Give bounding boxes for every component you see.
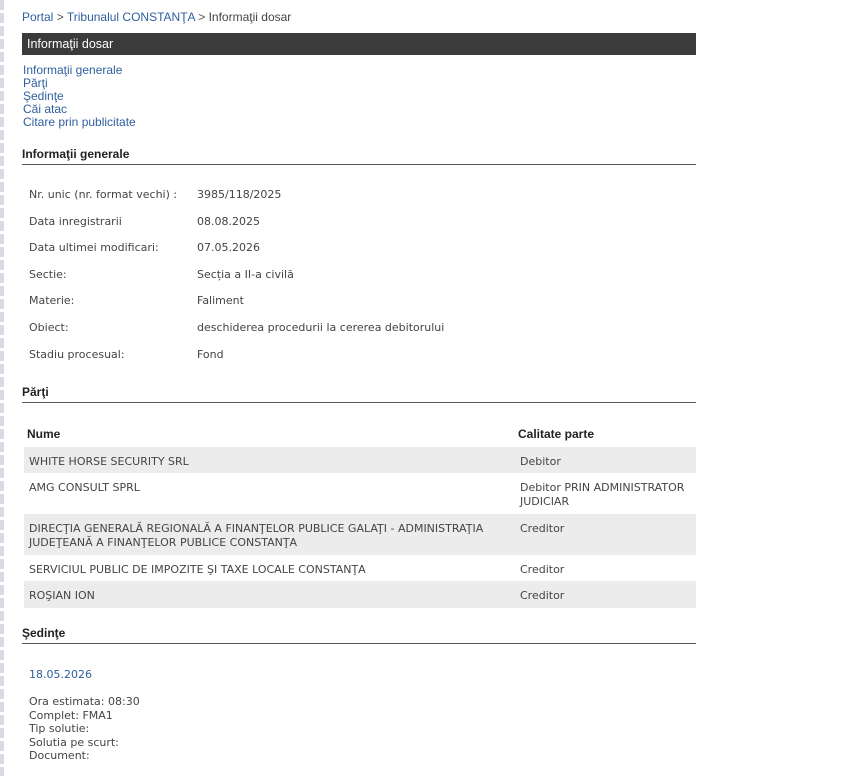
section-nav: Informaţii generale Părţi Şedinţe Căi at…	[23, 64, 136, 129]
hearing-panel: Complet: FMA1	[29, 708, 113, 722]
page-title-bar: Informaţii dosar	[22, 33, 696, 55]
party-name: AMG CONSULT SPRL	[29, 481, 140, 494]
party-name: ROŞIAN ION	[29, 589, 95, 602]
breadcrumb-separator: >	[198, 10, 206, 24]
info-value: deschiderea procedurii la cererea debito…	[197, 320, 445, 334]
parties-table-header: Nume Calitate parte	[24, 418, 696, 447]
info-label: Sectie:	[29, 267, 67, 281]
hearing-document: Document:	[29, 749, 90, 762]
parties-table: Nume Calitate parte WHITE HORSE SECURITY…	[24, 418, 696, 608]
info-value: 08.08.2025	[197, 214, 260, 228]
nav-link-public-summons[interactable]: Citare prin publicitate	[23, 116, 136, 129]
party-role: Creditor	[520, 589, 565, 602]
party-role: Creditor	[520, 563, 565, 576]
info-label: Materie:	[29, 294, 75, 308]
breadcrumb-current: Informaţii dosar	[208, 10, 292, 24]
table-row: ROŞIAN ION Creditor	[24, 581, 696, 608]
general-info-heading: Informaţii generale	[22, 147, 696, 165]
table-row: AMG CONSULT SPRL Debitor PRIN ADMINISTRA…	[24, 473, 696, 514]
info-value: 3985/118/2025	[197, 188, 282, 201]
breadcrumb-separator: >	[56, 10, 64, 24]
breadcrumb-portal-link[interactable]: Portal	[22, 10, 53, 24]
hearing-solution-type: Tip solutie:	[29, 722, 90, 735]
hearing-details: Ora estimata: 08:30 Complet: FMA1 Tip so…	[29, 695, 140, 763]
party-role: Debitor	[520, 455, 561, 468]
table-row: SERVICIUL PUBLIC DE IMPOZITE ŞI TAXE LOC…	[24, 555, 696, 581]
column-header-role: Calitate parte	[518, 427, 595, 441]
info-label: Obiect:	[29, 320, 69, 334]
column-header-name: Nume	[27, 427, 61, 441]
breadcrumb-court-link[interactable]: Tribunalul CONSTANŢA	[67, 10, 195, 24]
table-row: WHITE HORSE SECURITY SRL Debitor	[24, 447, 696, 473]
hearings-heading: Şedinţe	[22, 626, 696, 644]
left-edge-strip	[0, 0, 4, 776]
hearing-solution-summary: Solutia pe scurt:	[29, 735, 119, 749]
info-value: Faliment	[197, 294, 244, 308]
party-name: WHITE HORSE SECURITY SRL	[29, 455, 189, 468]
info-label: Data inregistrarii	[29, 214, 122, 228]
breadcrumb: Portal > Tribunalul CONSTANŢA > Informaţ…	[22, 10, 291, 24]
table-row: DIRECŢIA GENERALĂ REGIONALĂ A FINANŢELOR…	[24, 514, 696, 555]
party-role: Creditor	[520, 522, 565, 535]
info-label: Data ultimei modificari:	[29, 241, 159, 255]
parties-heading: Părţi	[22, 385, 696, 403]
hearing-date: 18.05.2026	[29, 668, 92, 681]
info-value: Fond	[197, 347, 224, 361]
info-value: Secția a II-a civilă	[197, 267, 294, 281]
party-name: SERVICIUL PUBLIC DE IMPOZITE ŞI TAXE LOC…	[29, 563, 366, 576]
party-name: DIRECŢIA GENERALĂ REGIONALĂ A FINANŢELOR…	[29, 522, 484, 549]
hearing-estimated-time: Ora estimata: 08:30	[29, 695, 140, 708]
party-role: Debitor PRIN ADMINISTRATOR JUDICIAR	[520, 481, 685, 508]
info-label: Stadiu procesual:	[29, 347, 125, 361]
info-label: Nr. unic (nr. format vechi) :	[29, 188, 178, 201]
info-value: 07.05.2026	[197, 241, 260, 255]
